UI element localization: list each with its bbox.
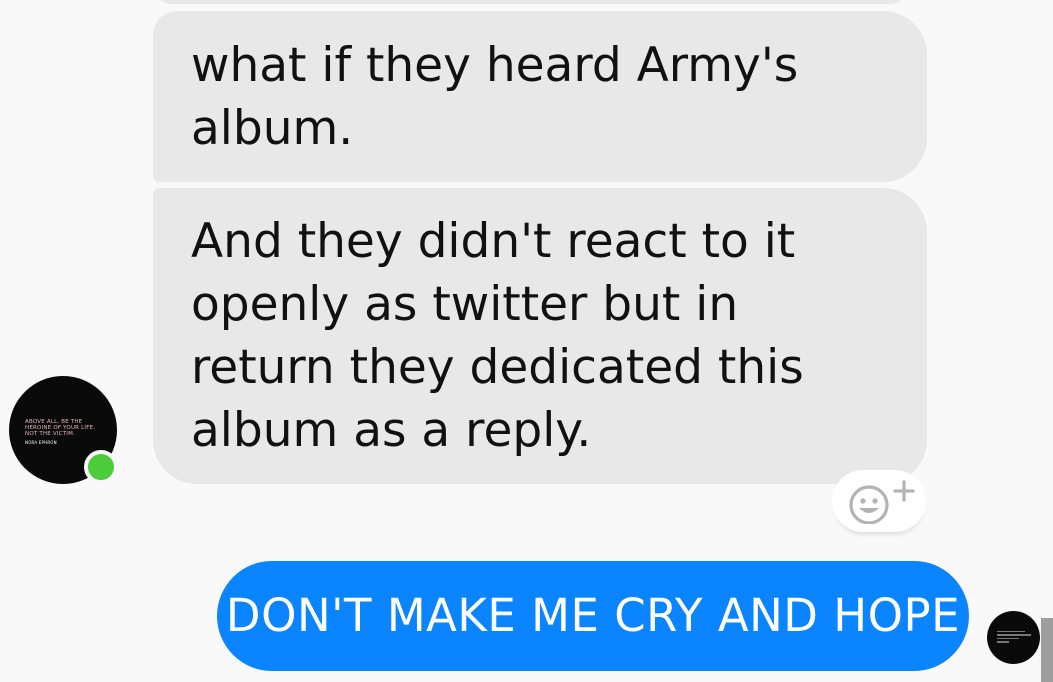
add-reaction-button[interactable]	[832, 470, 926, 532]
avatar-quote-image: ABOVE ALL, BE THE HEROINE OF YOUR LIFE, …	[25, 419, 101, 446]
avatar-quote-author: NORA EPHRON	[25, 439, 57, 445]
add-reaction-icon	[843, 478, 915, 524]
incoming-message-bubble[interactable]: And they didn't react to it openly as tw…	[153, 188, 927, 484]
scrollbar[interactable]	[1041, 618, 1053, 682]
online-status-indicator	[84, 450, 118, 484]
read-receipt-avatar	[987, 611, 1040, 664]
message-text: what if they heard Army's album.	[191, 38, 799, 156]
avatar-thumbnail-text-icon	[996, 630, 1031, 645]
incoming-message-bubble[interactable]: what if they heard Army's album.	[153, 11, 927, 182]
chat-thread: what if they heard Army's album. And the…	[0, 0, 1053, 682]
avatar-quote-text: ABOVE ALL, BE THE HEROINE OF YOUR LIFE, …	[25, 418, 96, 437]
previous-message-bubble[interactable]	[153, 0, 908, 4]
outgoing-message-bubble[interactable]: DON'T MAKE ME CRY AND HOPE	[217, 561, 969, 671]
message-text: DON'T MAKE ME CRY AND HOPE	[225, 589, 961, 642]
message-text: And they didn't react to it openly as tw…	[191, 214, 804, 458]
